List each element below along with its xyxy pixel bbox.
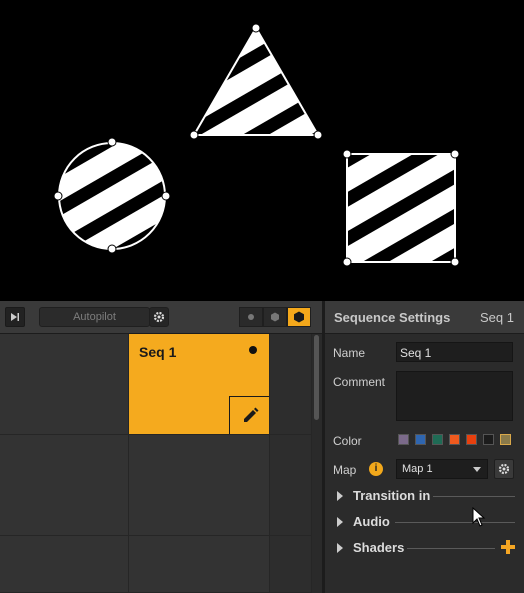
mouse-cursor-icon (472, 507, 486, 527)
triangle-shape[interactable] (189, 23, 323, 140)
chevron-down-icon (473, 467, 481, 472)
map-select[interactable]: Map 1 (396, 459, 488, 479)
color-swatch[interactable] (398, 434, 409, 445)
color-swatch[interactable] (466, 434, 477, 445)
name-label: Name (333, 346, 366, 360)
view-mode-small-button[interactable] (239, 307, 263, 327)
grid-cell-active[interactable]: Seq 1 (129, 334, 270, 435)
hexagon-icon (271, 312, 279, 322)
grid-cell[interactable] (270, 536, 312, 593)
chevron-right-icon (337, 543, 343, 553)
add-shader-plus-icon[interactable] (501, 540, 515, 554)
grid-cell[interactable] (129, 536, 270, 593)
section-shaders[interactable]: Shaders (337, 540, 515, 556)
section-title: Transition in (353, 488, 431, 503)
gear-icon (153, 311, 165, 323)
sequence-settings-panel: Sequence Settings Seq 1 Name Seq 1 Comme… (322, 301, 524, 593)
canvas-svg (53, 23, 460, 267)
square-shape[interactable] (342, 149, 460, 267)
color-swatch[interactable] (432, 434, 443, 445)
name-field[interactable]: Seq 1 (396, 342, 513, 362)
autopilot-settings-button[interactable] (149, 307, 169, 327)
color-label: Color (333, 434, 362, 448)
autopilot-button[interactable]: Autopilot (39, 307, 150, 327)
section-title: Audio (353, 514, 390, 529)
comment-label: Comment (333, 375, 386, 389)
chevron-right-icon (337, 517, 343, 527)
section-transition-in[interactable]: Transition in (337, 488, 515, 504)
comment-field[interactable] (396, 371, 513, 421)
pencil-icon (243, 407, 258, 422)
small-hexagon-icon (248, 314, 254, 320)
color-swatch[interactable] (415, 434, 426, 445)
edit-sequence-button[interactable] (229, 396, 269, 434)
grid-cell[interactable] (0, 536, 129, 593)
view-mode-large-button[interactable] (287, 307, 311, 327)
sequence-toolbar: Autopilot (0, 301, 322, 334)
sequence-grid: Seq 1 (0, 334, 322, 593)
grid-cell[interactable] (0, 435, 129, 536)
sequence-label: Seq 1 (139, 344, 177, 360)
settings-title: Sequence Settings (334, 310, 451, 325)
color-swatch[interactable] (483, 434, 494, 445)
canvas-preview[interactable] (0, 0, 524, 301)
chevron-right-icon (337, 491, 343, 501)
hexagon-icon (294, 311, 304, 323)
grid-cell[interactable] (270, 334, 312, 435)
grid-cell[interactable] (0, 334, 129, 435)
color-swatch[interactable] (449, 434, 460, 445)
status-dot-icon (249, 346, 257, 354)
divider (407, 548, 495, 549)
section-title: Shaders (353, 540, 405, 555)
info-icon[interactable]: i (369, 462, 383, 476)
circle-shape[interactable] (53, 137, 171, 254)
view-mode-medium-button[interactable] (263, 307, 287, 327)
skip-forward-button[interactable] (5, 307, 25, 327)
grid-cell[interactable] (270, 435, 312, 536)
sequence-panel: Autopilot Seq 1 (0, 301, 322, 593)
scrollbar-thumb[interactable] (314, 335, 319, 420)
map-select-value: Map 1 (402, 463, 433, 475)
map-settings-button[interactable] (494, 459, 514, 479)
section-audio[interactable]: Audio (337, 514, 515, 530)
skip-forward-icon (11, 313, 19, 321)
grid-cell[interactable] (129, 435, 270, 536)
gear-icon (498, 463, 510, 475)
divider (395, 522, 515, 523)
map-label: Map (333, 463, 357, 477)
settings-header: Sequence Settings Seq 1 (325, 301, 524, 334)
color-swatch[interactable] (500, 434, 511, 445)
divider (433, 496, 515, 497)
current-sequence-label: Seq 1 (480, 310, 514, 325)
